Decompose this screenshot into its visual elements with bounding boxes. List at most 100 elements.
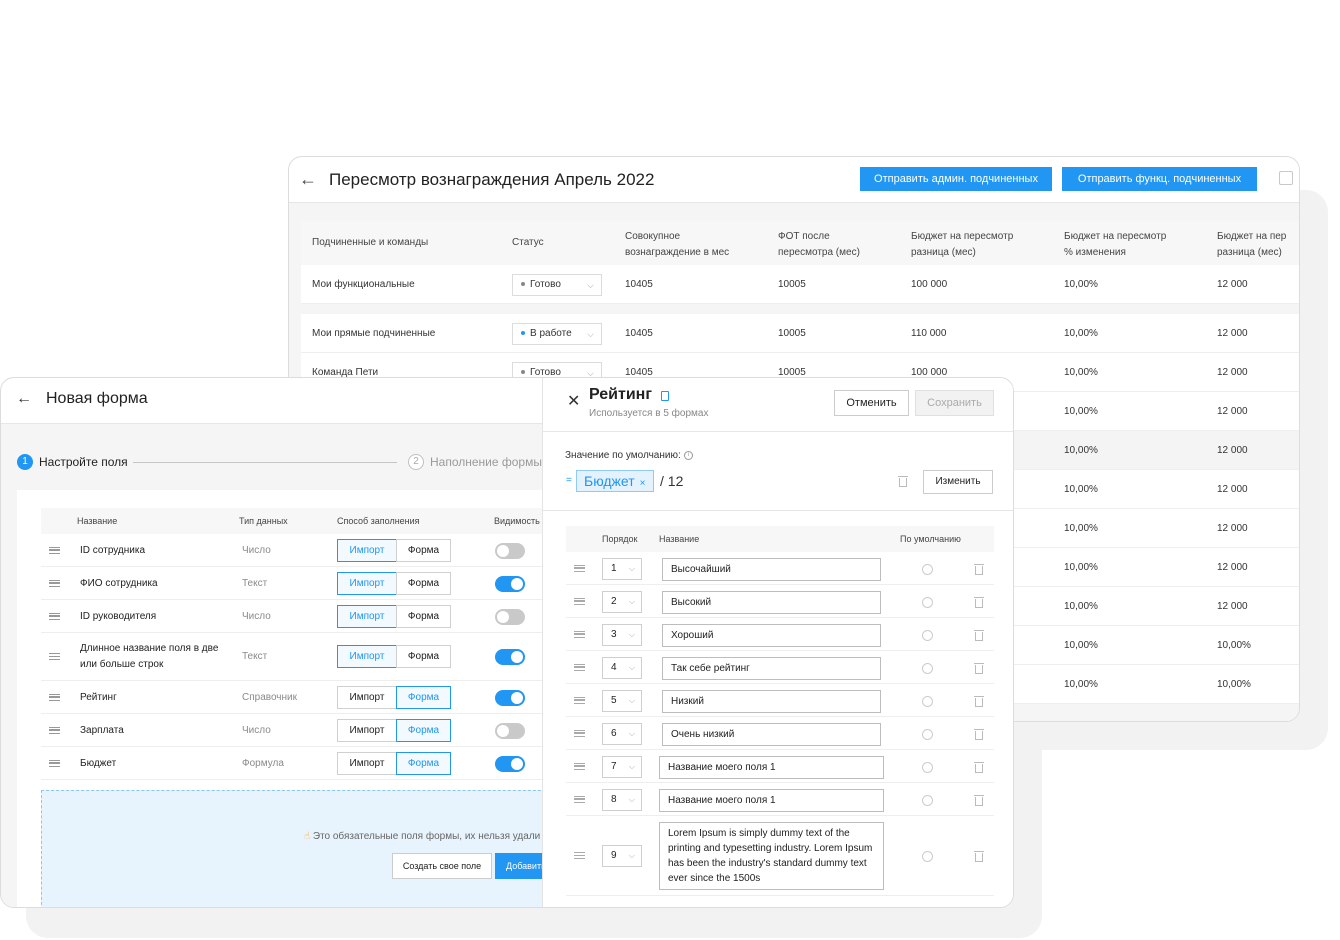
step-2[interactable]: 2 Наполнение формы bbox=[408, 454, 542, 470]
drag-handle-icon[interactable] bbox=[49, 759, 60, 767]
import-option[interactable]: Импорт bbox=[337, 718, 397, 742]
send-functional-button[interactable]: Отправить функц. подчиненных bbox=[1062, 167, 1257, 191]
visibility-toggle[interactable] bbox=[495, 722, 525, 739]
save-button[interactable]: Сохранить bbox=[915, 390, 994, 416]
drag-handle-icon[interactable] bbox=[574, 597, 585, 605]
option-name-input[interactable]: Так себе рейтинг bbox=[662, 656, 881, 680]
visibility-toggle[interactable] bbox=[495, 649, 525, 665]
import-option[interactable]: Импорт bbox=[337, 685, 397, 709]
visibility-toggle[interactable] bbox=[495, 542, 525, 559]
default-radio[interactable] bbox=[922, 563, 933, 575]
order-select[interactable]: 8 ⌵ bbox=[602, 788, 642, 811]
field-row[interactable]: ID сотрудника Число Импорт Форма bbox=[41, 534, 561, 567]
remove-tag-icon[interactable]: × bbox=[640, 478, 646, 489]
drag-handle-icon[interactable] bbox=[574, 564, 585, 572]
create-field-button[interactable]: Создать свое поле bbox=[392, 853, 492, 879]
order-select[interactable]: 5 ⌵ bbox=[602, 689, 642, 712]
drag-handle-icon[interactable] bbox=[574, 795, 585, 803]
status-select[interactable]: Готово ⌵ bbox=[512, 274, 602, 296]
visibility-toggle[interactable] bbox=[495, 689, 525, 706]
order-select[interactable]: 4 ⌵ bbox=[602, 656, 642, 679]
drag-handle-icon[interactable] bbox=[49, 612, 60, 620]
import-option[interactable]: Импорт bbox=[337, 645, 397, 668]
field-row[interactable]: ID руководителя Число Импорт Форма bbox=[41, 600, 561, 633]
import-option[interactable]: Импорт bbox=[337, 604, 397, 628]
order-select[interactable]: 2 ⌵ bbox=[602, 590, 642, 613]
info-icon[interactable]: i bbox=[683, 450, 693, 460]
drag-handle-icon[interactable] bbox=[574, 696, 585, 704]
default-radio[interactable] bbox=[922, 695, 933, 707]
cancel-button[interactable]: Отменить bbox=[834, 390, 909, 416]
visibility-toggle[interactable] bbox=[495, 608, 525, 625]
back-arrow-icon[interactable]: ← bbox=[299, 169, 317, 190]
form-option[interactable]: Форма bbox=[396, 571, 451, 595]
import-option[interactable]: Импорт bbox=[337, 751, 397, 775]
order-select[interactable]: 9 ⌵ bbox=[602, 845, 642, 867]
form-option[interactable]: Форма bbox=[396, 685, 451, 709]
back-arrow-icon[interactable]: ← bbox=[16, 390, 32, 408]
option-row[interactable]: 4 ⌵ Так себе рейтинг bbox=[566, 651, 994, 684]
option-row[interactable]: 8 ⌵ Название моего поля 1 bbox=[566, 783, 994, 816]
default-radio[interactable] bbox=[922, 596, 933, 608]
drag-handle-icon[interactable] bbox=[574, 663, 585, 671]
order-select[interactable]: 7 ⌵ bbox=[602, 755, 642, 778]
option-name-input[interactable]: Название моего поля 1 bbox=[659, 755, 884, 779]
drag-handle-icon[interactable] bbox=[49, 726, 60, 734]
exit-icon[interactable] bbox=[1279, 171, 1293, 185]
trash-icon[interactable] bbox=[974, 596, 984, 608]
drag-handle-icon[interactable] bbox=[49, 546, 60, 554]
trash-icon[interactable] bbox=[974, 794, 984, 806]
default-radio[interactable] bbox=[922, 761, 933, 773]
drag-handle-icon[interactable] bbox=[49, 653, 60, 660]
trash-icon[interactable] bbox=[898, 476, 908, 487]
change-button[interactable]: Изменить bbox=[923, 470, 993, 494]
send-admin-button[interactable]: Отправить админ. подчиненных bbox=[860, 167, 1052, 191]
field-row[interactable]: ФИО сотрудника Текст Импорт Форма bbox=[41, 567, 561, 600]
option-row[interactable]: 9 ⌵ Lorem Ipsum is simply dummy text of th… bbox=[566, 816, 994, 896]
option-row[interactable]: 6 ⌵ Очень низкий bbox=[566, 717, 994, 750]
option-name-input[interactable]: Высочайший bbox=[662, 557, 881, 581]
drag-handle-icon[interactable] bbox=[49, 579, 60, 587]
drag-handle-icon[interactable] bbox=[574, 762, 585, 770]
option-name-input[interactable]: Хороший bbox=[662, 623, 881, 647]
order-select[interactable]: 3 ⌵ bbox=[602, 623, 642, 646]
visibility-toggle[interactable] bbox=[495, 575, 525, 592]
field-row[interactable]: Длинное название поля в две или больше с… bbox=[41, 633, 561, 681]
field-row[interactable]: Зарплата Число Импорт Форма bbox=[41, 714, 561, 747]
formula-tag[interactable]: Бюджет × bbox=[576, 470, 654, 492]
field-row[interactable]: Бюджет Формула Импорт Форма bbox=[41, 747, 561, 780]
visibility-toggle[interactable] bbox=[495, 755, 525, 772]
drag-handle-icon[interactable] bbox=[574, 630, 585, 638]
option-name-input[interactable]: Высокий bbox=[662, 590, 881, 614]
option-name-input[interactable]: Название моего поля 1 bbox=[659, 788, 884, 812]
form-option[interactable]: Форма bbox=[396, 718, 451, 742]
option-name-input[interactable]: Lorem Ipsum is simply dummy text of the … bbox=[659, 822, 884, 890]
option-row[interactable]: 2 ⌵ Высокий bbox=[566, 585, 994, 618]
option-name-input[interactable]: Низкий bbox=[662, 689, 881, 713]
form-option[interactable]: Форма bbox=[396, 538, 451, 562]
trash-icon[interactable] bbox=[974, 563, 984, 575]
field-row[interactable]: Рейтинг Справочник Импорт Форма bbox=[41, 681, 561, 714]
close-icon[interactable]: ✕ bbox=[567, 391, 580, 411]
trash-icon[interactable] bbox=[974, 851, 984, 862]
trash-icon[interactable] bbox=[974, 695, 984, 707]
option-name-input[interactable]: Очень низкий bbox=[662, 722, 881, 746]
option-row[interactable]: 1 ⌵ Высочайший bbox=[566, 552, 994, 585]
trash-icon[interactable] bbox=[974, 728, 984, 740]
default-radio[interactable] bbox=[922, 629, 933, 641]
step-1[interactable]: 1 Настройте поля bbox=[17, 454, 128, 470]
order-select[interactable]: 6 ⌵ bbox=[602, 722, 642, 745]
table-row[interactable]: Мои прямые подчиненные В работе ⌵ 10405 1000… bbox=[301, 314, 1299, 353]
trash-icon[interactable] bbox=[974, 662, 984, 674]
form-option[interactable]: Форма bbox=[396, 604, 451, 628]
table-row[interactable]: Мои функциональные Готово ⌵ 10405 10005 100 0… bbox=[301, 265, 1299, 304]
option-row[interactable]: 7 ⌵ Название моего поля 1 bbox=[566, 750, 994, 783]
default-radio[interactable] bbox=[922, 851, 933, 862]
form-option[interactable]: Форма bbox=[396, 645, 451, 668]
default-radio[interactable] bbox=[922, 662, 933, 674]
drag-handle-icon[interactable] bbox=[574, 852, 585, 859]
import-option[interactable]: Импорт bbox=[337, 571, 397, 595]
import-option[interactable]: Импорт bbox=[337, 538, 397, 562]
option-row[interactable]: 5 ⌵ Низкий bbox=[566, 684, 994, 717]
trash-icon[interactable] bbox=[974, 761, 984, 773]
